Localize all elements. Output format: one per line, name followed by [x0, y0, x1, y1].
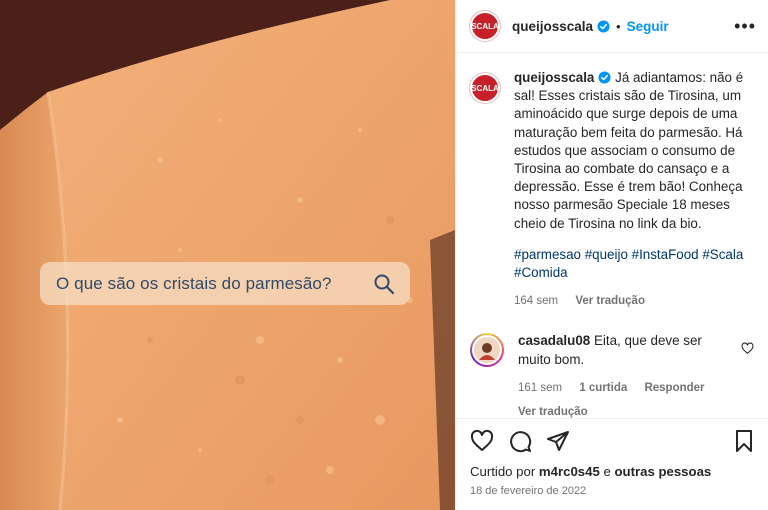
caption-username[interactable]: queijosscala — [514, 70, 594, 85]
avatar-label: SCALA — [471, 83, 499, 93]
verified-badge-icon — [597, 19, 610, 33]
caption-hashtags[interactable]: #parmesao #queijo #InstaFood #Scala #Com… — [514, 246, 754, 282]
likes-summary: Curtido por m4rc0s45 e outras pessoas — [456, 462, 768, 482]
search-overlay: O que são os cristais do parmesão? — [40, 262, 410, 305]
post-date[interactable]: 18 de fevereiro de 2022 — [456, 482, 768, 510]
likes-others[interactable]: outras pessoas — [614, 464, 711, 479]
share-icon[interactable] — [546, 429, 570, 453]
comment-translate-row: Ver tradução — [518, 403, 735, 418]
instagram-post-view: O que são os cristais do parmesão? SCALA… — [0, 0, 768, 510]
comment-like-heart-icon[interactable] — [741, 342, 754, 355]
search-overlay-text: O que são os cristais do parmesão? — [56, 273, 332, 293]
commenter-avatar[interactable] — [470, 333, 504, 368]
follow-button[interactable]: Seguir — [627, 19, 669, 34]
comments-area: SCALA queijosscala Já adiantamos: não é … — [456, 53, 768, 418]
likes-prefix: Curtido por — [470, 464, 536, 479]
comment-meta: 161 sem 1 curtida Responder — [518, 379, 735, 397]
avatar[interactable]: SCALA — [470, 73, 500, 103]
comment-body: casadalu08 Eita, que deve ser muito bom.… — [518, 332, 735, 418]
caption-time: 164 sem — [514, 295, 559, 308]
comment-reply-button[interactable]: Responder — [644, 382, 704, 394]
commenter-avatar-inner — [472, 335, 502, 366]
post-image[interactable]: O que são os cristais do parmesão? — [0, 0, 455, 510]
comment-username[interactable]: casadalu08 — [518, 333, 590, 348]
caption-body: queijosscala Já adiantamos: não é sal! E… — [514, 69, 754, 310]
verified-badge-icon — [598, 71, 611, 84]
caption-meta: 164 sem Ver tradução — [514, 292, 754, 310]
search-icon — [374, 274, 395, 294]
post-side-panel: SCALA queijosscala • Seguir ••• SCALA qu… — [455, 0, 768, 510]
avatar[interactable]: SCALA — [470, 11, 500, 41]
comment-translate-link[interactable]: Ver tradução — [518, 406, 588, 418]
avatar-label: SCALA — [471, 21, 499, 31]
more-options-icon[interactable]: ••• — [734, 16, 756, 37]
header-username[interactable]: queijosscala — [512, 19, 593, 34]
caption-translate-link[interactable]: Ver tradução — [575, 295, 645, 307]
heart-icon[interactable] — [470, 429, 494, 453]
comment-likes[interactable]: 1 curtida — [579, 382, 627, 394]
comment-time: 161 sem — [518, 381, 563, 394]
post-actions — [456, 418, 768, 462]
post-header: SCALA queijosscala • Seguir ••• — [456, 0, 768, 53]
separator-dot: • — [616, 18, 621, 34]
person-icon — [479, 343, 495, 361]
comment-item: casadalu08 Eita, que deve ser muito bom.… — [470, 332, 754, 418]
cheese-photo — [0, 0, 455, 510]
likes-connector: e — [603, 464, 611, 479]
comment-icon[interactable] — [508, 429, 532, 453]
caption: SCALA queijosscala Já adiantamos: não é … — [470, 69, 754, 310]
caption-text: Já adiantamos: não é sal! Esses cristais… — [514, 70, 744, 231]
bookmark-icon[interactable] — [732, 429, 756, 453]
likes-user[interactable]: m4rc0s45 — [539, 464, 600, 479]
